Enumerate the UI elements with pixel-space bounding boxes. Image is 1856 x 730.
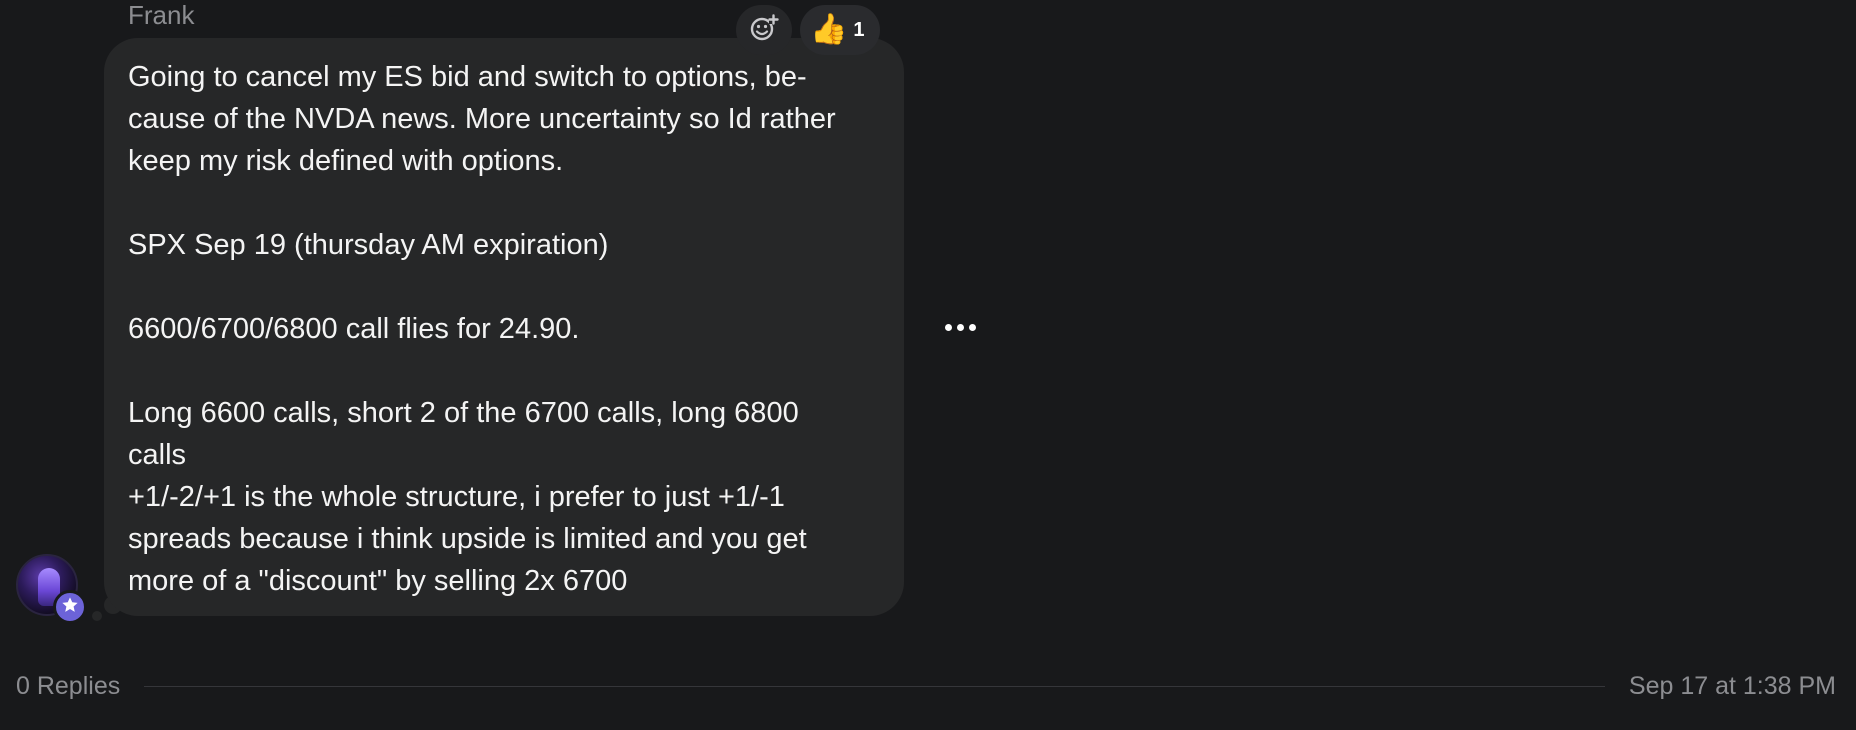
- message-line: 6600/6700/6800 call flies for 24.90.: [128, 313, 580, 345]
- thumbs-up-icon: 👍: [810, 12, 848, 47]
- message-line: Going to cancel my ES bid and switch to …: [128, 61, 807, 93]
- star-icon: [61, 596, 79, 619]
- message-line: [128, 350, 880, 392]
- add-reaction-icon: [749, 13, 779, 48]
- reaction-thumbs-up[interactable]: 👍 1: [800, 5, 881, 55]
- more-horizontal-icon: [956, 323, 964, 331]
- message-footer: 0 Replies Sep 17 at 1:38 PM: [16, 666, 1836, 706]
- message-line: [128, 266, 880, 308]
- bubble-tail-small: [92, 611, 102, 621]
- reaction-count: 1: [853, 18, 865, 41]
- add-reaction-button[interactable]: [736, 5, 792, 55]
- message-line: cause of the NVDA news. More uncertainty…: [128, 103, 836, 135]
- replies-link[interactable]: 0 Replies: [16, 672, 120, 701]
- message-line: keep my risk defined with options.: [128, 145, 564, 177]
- message-line: +1/-2/+1 is the whole structure, i prefe…: [128, 481, 785, 513]
- sender-name: Frank: [128, 0, 195, 30]
- star-badge: [53, 590, 87, 624]
- message-line: more of a "discount" by selling 2x 6700: [128, 565, 628, 597]
- reaction-bar: 👍 1: [736, 5, 881, 55]
- message-line: [128, 182, 880, 224]
- chat-message-view: Frank 👍 1 Going to cancel my ES bid and …: [0, 0, 1856, 730]
- message-line: SPX Sep 19 (thursday AM expiration): [128, 229, 609, 261]
- message-line: spreads because i think upside is limite…: [128, 523, 807, 555]
- message-line: Long 6600 calls, short 2 of the 6700 cal…: [128, 397, 799, 429]
- message-bubble[interactable]: Going to cancel my ES bid and switch to …: [104, 38, 904, 616]
- message-line: calls: [128, 439, 187, 471]
- message-timestamp: Sep 17 at 1:38 PM: [1628, 671, 1836, 700]
- more-options-button[interactable]: [938, 312, 982, 342]
- more-horizontal-icon: [944, 323, 952, 331]
- divider: [144, 685, 1605, 687]
- more-horizontal-icon: [968, 323, 976, 331]
